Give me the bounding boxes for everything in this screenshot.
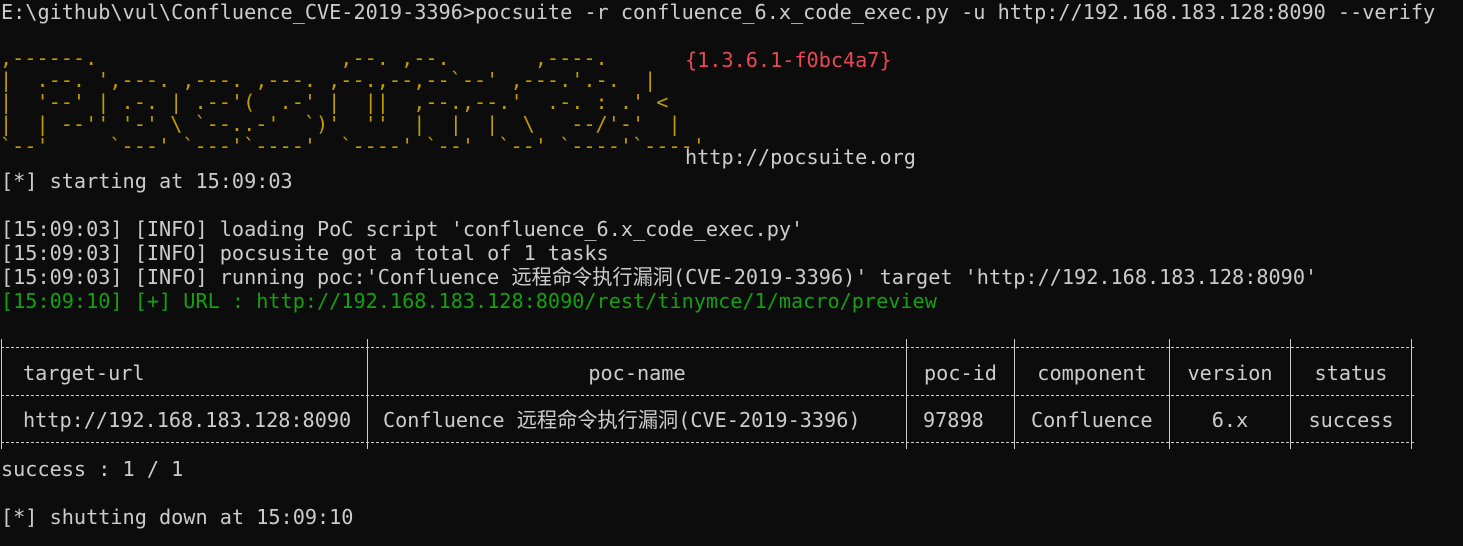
table-divider	[1411, 339, 1412, 449]
results-table: target-url poc-name poc-id component ver…	[1, 339, 1414, 449]
banner-art-line: | '--' | .-. | .--'( .-' | || ,--.,--.' …	[0, 90, 669, 114]
banner-url: http://pocsuite.org	[685, 145, 916, 169]
table-cell-poc-id: 97898	[923, 408, 984, 432]
table-cell-status: success	[1308, 408, 1394, 432]
table-divider	[1, 339, 2, 449]
table-divider	[906, 339, 907, 449]
table-header-version: version	[1187, 361, 1273, 385]
table-border-top	[1, 347, 1414, 348]
log-line: [15:09:03] [INFO] running poc:'Confluenc…	[1, 265, 1318, 289]
banner-art-line: ,------. ,--. ,--. ,----.	[0, 46, 608, 70]
table-header-target-url: target-url	[23, 361, 145, 385]
table-divider	[1290, 339, 1291, 449]
table-cell-component: Confluence	[1031, 408, 1153, 432]
table-header-component: component	[1037, 361, 1147, 385]
pocsuite-ascii-banner: ,------. ,--. ,--. ,----. | .--. ',---. …	[0, 47, 705, 157]
table-cell-target-url: http://192.168.183.128:8090	[23, 408, 352, 432]
table-border-bottom	[1, 442, 1414, 443]
shutdown-message: [*] shutting down at 15:09:10	[1, 505, 354, 529]
terminal-window[interactable]: E:\github\vul\Confluence_CVE-2019-3396>p…	[0, 0, 1463, 546]
banner-version: {1.3.6.1-f0bc4a7}	[685, 48, 892, 72]
table-divider	[1169, 339, 1170, 449]
log-line: [15:09:03] [INFO] pocsusite got a total …	[1, 241, 609, 265]
table-border-header	[1, 395, 1414, 396]
table-cell-poc-name: Confluence 远程命令执行漏洞(CVE-2019-3396)	[383, 408, 861, 432]
start-message: [*] starting at 15:09:03	[1, 169, 293, 193]
log-line: [15:09:03] [INFO] loading PoC script 'co…	[1, 217, 804, 241]
table-cell-version: 6.x	[1211, 408, 1249, 432]
table-header-poc-name: poc-name	[588, 361, 686, 385]
success-url-line: [15:09:10] [+] URL : http://192.168.183.…	[1, 289, 937, 313]
banner-art-line: | | --'' '-' \ `--..-' `)' '' | | | \ --…	[0, 112, 681, 136]
table-header-poc-id: poc-id	[924, 361, 997, 385]
table-header-status: status	[1314, 361, 1388, 385]
table-divider	[367, 339, 368, 449]
banner-art-line: | .--. ',---. ,---. ,---. ,--.,--,--`--'…	[0, 68, 657, 92]
command-line: E:\github\vul\Confluence_CVE-2019-3396>p…	[1, 0, 1436, 24]
table-divider	[1014, 339, 1015, 449]
banner-art-line: `--' `---' `---'`----' `----' `--' `--' …	[0, 134, 705, 158]
summary-line: success : 1 / 1	[1, 457, 184, 481]
